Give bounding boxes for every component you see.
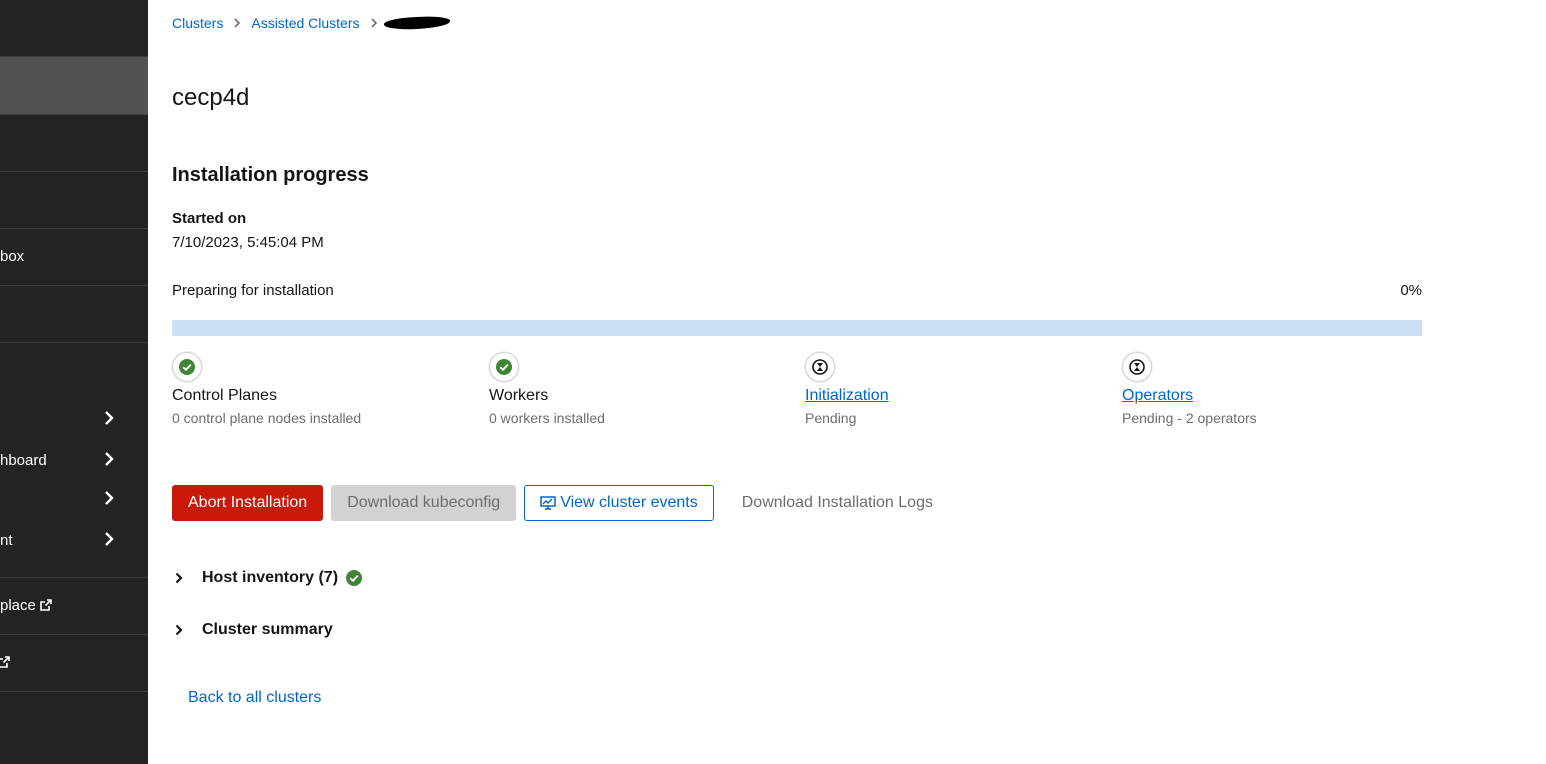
installation-steps: Control Planes 0 control plane nodes ins… (172, 352, 1422, 432)
sidebar-divider (0, 285, 148, 286)
progress-percent: 0% (1400, 282, 1422, 299)
chevron-right-icon (175, 624, 183, 636)
chevron-right-icon (234, 18, 241, 28)
sidebar-item[interactable] (0, 171, 148, 228)
chevron-right-icon (370, 18, 377, 28)
hourglass-icon (812, 359, 828, 375)
sidebar-item-label: nt (0, 532, 13, 549)
sidebar-item-label: place (0, 597, 36, 614)
external-link-icon (0, 656, 10, 668)
sidebar-divider (0, 634, 148, 635)
step-icon-wrap (805, 352, 835, 382)
page-title: cecp4d (172, 84, 250, 111)
main-content: Clusters Assisted Clusters cecp4d Instal… (148, 0, 1546, 764)
step-icon-wrap (172, 352, 202, 382)
chevron-right-icon (105, 411, 114, 425)
external-link-icon (40, 599, 52, 611)
sidebar-divider (0, 691, 148, 692)
host-inventory-label: Host inventory (7) (202, 569, 339, 586)
chevron-right-icon (175, 572, 183, 584)
breadcrumb: Clusters Assisted Clusters (172, 15, 450, 31)
step-icon-wrap (489, 352, 519, 382)
chevron-right-icon (105, 491, 114, 505)
started-on-value: 7/10/2023, 5:45:04 PM (172, 234, 324, 251)
step-subtitle: 0 control plane nodes installed (172, 410, 362, 426)
sidebar-item-management[interactable]: nt (0, 532, 148, 552)
sidebar-divider (0, 228, 148, 229)
view-cluster-events-button[interactable]: View cluster events (524, 485, 714, 521)
download-installation-logs-button[interactable]: Download Installation Logs (726, 485, 949, 521)
sidebar-item-label-wrap (0, 654, 10, 671)
started-on-label: Started on (172, 210, 247, 227)
sidebar-item-label: box (0, 248, 25, 265)
hourglass-icon (1129, 359, 1145, 375)
chevron-right-icon (105, 532, 114, 546)
check-circle-icon (346, 570, 363, 586)
step-title: Workers (489, 387, 549, 404)
sidebar-item-active[interactable] (0, 57, 148, 114)
download-kubeconfig-button[interactable]: Download kubeconfig (331, 485, 517, 521)
action-bar: Abort Installation Download kubeconfig V… (172, 485, 957, 521)
sidebar-item-expandable[interactable] (0, 411, 148, 431)
sidebar-nav: box hboard nt place (0, 0, 148, 764)
check-circle-icon (496, 359, 512, 375)
view-cluster-events-label: View cluster events (560, 494, 698, 511)
step-icon-wrap (1122, 352, 1152, 382)
check-circle-icon (179, 359, 195, 375)
sidebar-item[interactable] (0, 114, 148, 171)
sidebar-divider (0, 577, 148, 578)
sidebar-item-label: hboard (0, 452, 47, 469)
step-title-link[interactable]: Initialization (805, 387, 889, 405)
sidebar-item-dashboard[interactable]: hboard (0, 452, 148, 472)
step-subtitle: Pending - 2 operators (1122, 410, 1257, 426)
chevron-right-icon (105, 452, 114, 466)
step-title-link[interactable]: Operators (1122, 387, 1193, 405)
progress-bar (172, 320, 1422, 336)
step-title: Control Planes (172, 387, 277, 404)
monitoring-icon (540, 496, 556, 510)
progress-status-label: Preparing for installation (172, 282, 334, 299)
cluster-summary-label: Cluster summary (202, 621, 333, 638)
step-subtitle: 0 workers installed (489, 410, 605, 426)
sidebar-divider (0, 342, 148, 343)
breadcrumb-clusters[interactable]: Clusters (172, 15, 223, 31)
host-inventory-toggle[interactable]: Host inventory (7) (172, 569, 363, 587)
breadcrumb-assisted-clusters[interactable]: Assisted Clusters (251, 15, 359, 31)
sidebar-item-label-wrap: place (0, 597, 52, 614)
installation-progress-title: Installation progress (172, 164, 369, 186)
back-to-all-clusters-link[interactable]: Back to all clusters (188, 689, 321, 707)
step-subtitle: Pending (805, 410, 857, 426)
abort-installation-button[interactable]: Abort Installation (172, 485, 324, 521)
cluster-summary-toggle[interactable]: Cluster summary (172, 621, 333, 639)
sidebar-item-expandable[interactable] (0, 491, 148, 511)
redacted-breadcrumb-item (383, 15, 450, 31)
